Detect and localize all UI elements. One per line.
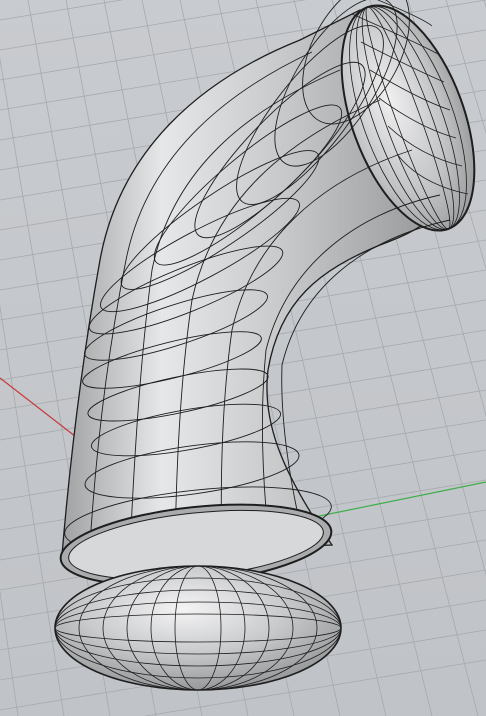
tube-model[interactable] — [54, 0, 486, 691]
grid-line — [0, 304, 65, 716]
bottom-end-cap[interactable] — [54, 565, 342, 691]
3d-viewport[interactable] — [0, 0, 486, 716]
x-axis-line — [0, 377, 81, 441]
viewport-canvas[interactable] — [0, 0, 486, 716]
